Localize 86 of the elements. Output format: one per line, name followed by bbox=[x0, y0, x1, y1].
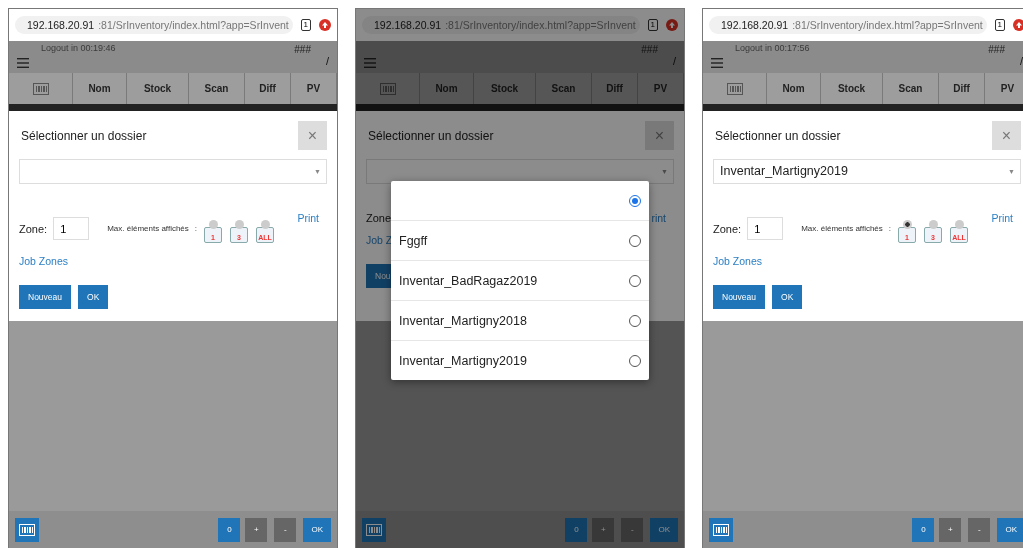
hash-text: ### bbox=[294, 44, 311, 55]
url-path: :81/SrInventory/index.html?app=SrInvent bbox=[445, 19, 636, 31]
close-button[interactable]: × bbox=[992, 121, 1021, 150]
slash-text: / bbox=[1019, 55, 1023, 67]
barcode-icon bbox=[366, 523, 382, 536]
address-bar[interactable]: 192.168.20.91 :81/SrInventory/index.html?app=SrInvent bbox=[15, 16, 293, 34]
plus-button[interactable]: + bbox=[245, 517, 268, 542]
dialog-title: Sélectionner un dossier bbox=[714, 128, 841, 143]
upload-icon[interactable] bbox=[666, 19, 678, 31]
dialog-button[interactable]: Nouveau bbox=[713, 285, 766, 309]
upload-icon[interactable] bbox=[319, 19, 331, 31]
table-header: Diff bbox=[939, 73, 985, 104]
zone-field[interactable]: 1 bbox=[747, 217, 784, 240]
table-header: PV bbox=[985, 73, 1023, 104]
dialog-title: Sélectionner un dossier bbox=[20, 128, 147, 143]
menu-icon[interactable] bbox=[17, 58, 29, 68]
address-bar[interactable]: 192.168.20.91 :81/SrInventory/index.html?app=SrInvent bbox=[709, 16, 987, 34]
barcode-icon bbox=[713, 523, 729, 536]
dialog-button[interactable]: OK bbox=[772, 285, 803, 309]
url-host: 192.168.20.91 bbox=[374, 19, 442, 31]
url-path: :81/SrInventory/index.html?app=SrInvent bbox=[98, 19, 289, 31]
url-host: 192.168.20.91 bbox=[721, 19, 789, 31]
scan-button[interactable] bbox=[709, 517, 733, 542]
picker-option[interactable]: Fggff bbox=[391, 220, 649, 260]
table-header: PV bbox=[638, 73, 684, 104]
barcode-icon bbox=[726, 82, 743, 95]
table-header: Nom bbox=[73, 73, 127, 104]
zone-label: Zone: bbox=[713, 222, 742, 235]
table-header: Nom bbox=[420, 73, 474, 104]
picker-option[interactable]: Inventar_BadRagaz2019 bbox=[391, 260, 649, 300]
max-items-label: Max. éléments affichés bbox=[801, 224, 883, 233]
ok-button[interactable]: OK bbox=[650, 517, 678, 542]
table-header: Scan bbox=[883, 73, 939, 104]
tab-count[interactable]: 1 bbox=[647, 19, 658, 31]
picker-option[interactable]: Inventar_Martigny2019 bbox=[391, 340, 649, 380]
colon-text: : bbox=[194, 224, 198, 233]
table-header: Stock bbox=[474, 73, 536, 104]
minus-button[interactable]: - bbox=[621, 517, 644, 542]
print-link[interactable]: rint bbox=[651, 212, 674, 224]
table-header: Scan bbox=[536, 73, 592, 104]
dialog-title: Sélectionner un dossier bbox=[367, 128, 494, 143]
slash-text: / bbox=[672, 55, 676, 67]
scan-button[interactable] bbox=[15, 517, 39, 542]
ok-button[interactable]: OK bbox=[997, 517, 1023, 542]
barcode-icon bbox=[32, 82, 49, 95]
hash-text: ### bbox=[641, 44, 658, 55]
scan-button[interactable] bbox=[362, 517, 386, 542]
table-header: Stock bbox=[127, 73, 189, 104]
address-bar[interactable]: 192.168.20.91 :81/SrInventory/index.html?app=SrInvent bbox=[362, 16, 640, 34]
close-button[interactable]: × bbox=[298, 121, 327, 150]
upload-icon[interactable] bbox=[1013, 19, 1023, 31]
table-header: Stock bbox=[821, 73, 883, 104]
plus-button[interactable]: + bbox=[939, 517, 962, 542]
dialog-button[interactable]: Nouveau bbox=[19, 285, 72, 309]
minus-button[interactable]: - bbox=[968, 517, 991, 542]
barcode-icon bbox=[379, 82, 396, 95]
hash-text: ### bbox=[988, 44, 1005, 55]
barcode-icon bbox=[19, 523, 35, 536]
minus-button[interactable]: - bbox=[274, 517, 297, 542]
tab-count[interactable]: 1 bbox=[994, 19, 1005, 31]
job-zones-link[interactable]: Job Zones bbox=[19, 255, 69, 267]
tab-count[interactable]: 1 bbox=[300, 19, 311, 31]
table-header: Diff bbox=[592, 73, 638, 104]
url-path: :81/SrInventory/index.html?app=SrInvent bbox=[792, 19, 983, 31]
max-items-label: Max. éléments affichés bbox=[107, 224, 189, 233]
colon-text: : bbox=[888, 224, 892, 233]
print-link[interactable]: Print bbox=[297, 212, 327, 224]
dialog-button[interactable]: OK bbox=[78, 285, 109, 309]
table-header: PV bbox=[291, 73, 337, 104]
print-link[interactable]: Print bbox=[991, 212, 1021, 224]
job-zones-link[interactable]: Job Zones bbox=[713, 255, 763, 267]
table-header: Scan bbox=[189, 73, 245, 104]
url-host: 192.168.20.91 bbox=[27, 19, 95, 31]
table-header: Nom bbox=[767, 73, 821, 104]
count-button[interactable]: 0 bbox=[912, 517, 935, 542]
picker-option[interactable]: Inventar_Martigny2018 bbox=[391, 300, 649, 340]
zone-label: Zone: bbox=[19, 222, 48, 235]
zone-field[interactable]: 1 bbox=[53, 217, 90, 240]
table-header: Diff bbox=[245, 73, 291, 104]
zone-label: Zone bbox=[366, 212, 392, 224]
menu-icon[interactable] bbox=[711, 58, 723, 68]
count-button[interactable]: 0 bbox=[565, 517, 588, 542]
count-button[interactable]: 0 bbox=[218, 517, 241, 542]
slash-text: / bbox=[325, 55, 329, 67]
ok-button[interactable]: OK bbox=[303, 517, 331, 542]
plus-button[interactable]: + bbox=[592, 517, 615, 542]
